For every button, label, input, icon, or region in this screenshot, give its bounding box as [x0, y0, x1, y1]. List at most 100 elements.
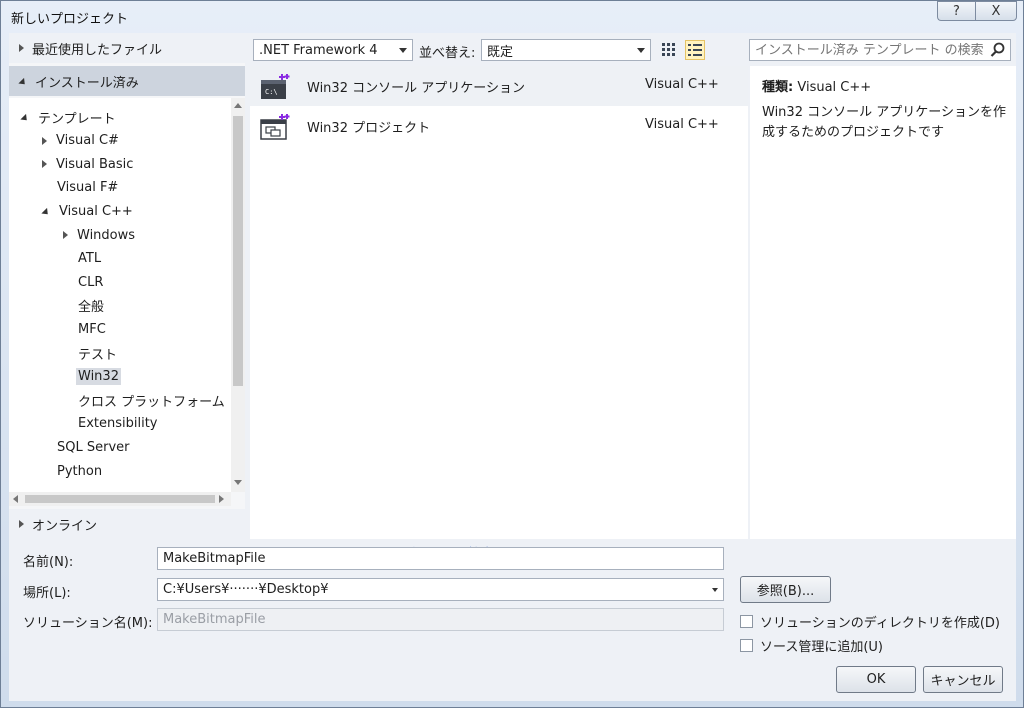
tree-item[interactable]: SQL Server [42, 436, 132, 458]
create-directory-checkbox[interactable]: ソリューションのディレクトリを作成(D) [740, 612, 1000, 631]
checkbox-box[interactable] [740, 615, 753, 628]
h-scroll-thumb[interactable] [25, 495, 215, 503]
chevron-down-icon[interactable] [712, 588, 718, 592]
name-label: 名前(N): [23, 555, 74, 570]
installed-label: インストール済み [35, 75, 139, 91]
template-list: C:\ Win32 コンソール アプリケーション Visual C++ Win3… [250, 66, 748, 562]
tree-item-label: SQL Server [57, 439, 130, 455]
checkbox-box[interactable] [740, 639, 753, 652]
expand-right-icon [19, 44, 24, 52]
solution-name-field [157, 608, 724, 631]
tree-item[interactable]: Windows [63, 224, 137, 246]
template-name: Win32 コンソール アプリケーション [307, 81, 525, 96]
tree-item[interactable]: Visual Basic [42, 153, 135, 175]
tree-item-label: MFC [78, 321, 106, 337]
location-input[interactable] [158, 579, 723, 600]
tree-item[interactable]: クロス プラットフォーム [63, 389, 227, 411]
expand-right-icon[interactable] [63, 231, 68, 239]
new-project-dialog: 新しいプロジェクト ? X 最近使用したファイル インストール済み テンプレート… [0, 0, 1024, 708]
ok-button[interactable]: OK [836, 666, 916, 693]
online-header[interactable]: オンライン [9, 509, 245, 539]
tree-item-label: テンプレート [38, 111, 116, 127]
installed-header[interactable]: インストール済み [9, 66, 245, 96]
tree-vertical-scrollbar[interactable] [231, 98, 245, 492]
expand-right-icon[interactable] [42, 136, 47, 145]
tree-item-label: クロス プラットフォーム [78, 394, 225, 410]
help-button[interactable]: ? [937, 1, 975, 21]
template-search-input[interactable] [755, 42, 983, 58]
tree-item[interactable]: Win32 [63, 366, 121, 388]
scroll-thumb[interactable] [233, 116, 243, 386]
name-input[interactable] [158, 548, 723, 569]
grid-view-icon [662, 43, 675, 56]
browse-label: 参照(B)... [756, 584, 815, 599]
tree-item[interactable]: テンプレート [20, 106, 118, 128]
scroll-down-icon[interactable] [234, 480, 242, 485]
template-item-win32-console[interactable]: C:\ Win32 コンソール アプリケーション Visual C++ [250, 66, 748, 106]
template-detail-panel: 種類: Visual C++ Win32 コンソール アプリケーションを作成する… [750, 66, 1016, 539]
win32-project-icon [260, 114, 290, 140]
location-label: 場所(L): [23, 586, 71, 601]
tree-item[interactable]: Extensibility [63, 413, 160, 435]
tree-item-label: Visual Basic [56, 156, 134, 172]
cancel-label: キャンセル [930, 674, 996, 689]
location-field[interactable] [157, 578, 724, 601]
window-title: 新しいプロジェクト [11, 12, 129, 27]
tree-item[interactable]: Visual C# [42, 130, 121, 152]
list-view-button[interactable] [685, 40, 705, 60]
tree-item-label: Visual F# [57, 180, 119, 196]
scroll-right-icon[interactable] [219, 495, 224, 503]
template-tree: テンプレート Visual C# Visual Basic Visual F# Visu… [9, 98, 231, 492]
recent-files-header[interactable]: 最近使用したファイル [9, 33, 245, 63]
template-description: Win32 コンソール アプリケーションを作成するためのプロジェクトです [762, 105, 1006, 140]
tree-item[interactable]: MFC [63, 318, 108, 340]
source-control-checkbox[interactable]: ソース管理に追加(U) [740, 636, 883, 655]
cancel-button[interactable]: キャンセル [923, 666, 1003, 693]
tree-item[interactable]: 全般 [63, 295, 106, 317]
tree-item-label: Python [57, 463, 103, 479]
tree-item-label: Windows [77, 227, 136, 243]
expand-right-icon [19, 520, 24, 528]
expand-down-icon[interactable] [41, 207, 51, 217]
left-panel: 最近使用したファイル インストール済み テンプレート Visual C# Visua… [9, 33, 245, 539]
chevron-down-icon [399, 48, 407, 53]
tree-item[interactable]: テスト [63, 342, 119, 364]
tree-item[interactable]: Python [42, 460, 104, 482]
close-button[interactable]: X [975, 1, 1017, 21]
name-field[interactable] [157, 547, 724, 570]
small-icons-view-button[interactable] [659, 40, 679, 60]
tree-item-label: テスト [78, 347, 118, 363]
console-icon-text: C:\ [265, 88, 278, 96]
scroll-up-icon[interactable] [234, 103, 242, 108]
title-bar[interactable]: 新しいプロジェクト ? X [1, 1, 1023, 31]
close-icon: X [991, 3, 1001, 19]
template-item-win32-project[interactable]: Win32 プロジェクト Visual C++ [250, 106, 748, 146]
browse-button[interactable]: 参照(B)... [740, 576, 831, 603]
tree-item[interactable]: Visual F# [42, 177, 120, 199]
expand-down-icon[interactable] [20, 113, 30, 123]
framework-select[interactable]: .NET Framework 4 [253, 39, 413, 61]
search-icon[interactable] [990, 42, 1006, 58]
sort-value: 既定 [487, 44, 514, 60]
tree-item-label: Visual C# [56, 133, 119, 149]
tree-item[interactable]: CLR [63, 271, 105, 293]
tree-item-label: 全般 [78, 300, 105, 316]
tree-item-label: ATL [78, 251, 102, 267]
template-language: Visual C++ [645, 77, 719, 92]
expand-right-icon[interactable] [42, 160, 47, 169]
kind-value: Visual C++ [797, 80, 872, 95]
tree-item-label: Win32 [76, 368, 121, 386]
source-control-label: ソース管理に追加(U) [760, 640, 884, 655]
tree-item-label: CLR [78, 274, 104, 290]
tree-horizontal-scrollbar[interactable] [9, 492, 231, 506]
tree-item[interactable]: Visual C++ [41, 200, 135, 222]
template-name: Win32 プロジェクト [307, 121, 431, 136]
create-directory-label: ソリューションのディレクトリを作成(D) [760, 616, 1000, 631]
template-kind: 種類: Visual C++ [762, 76, 871, 95]
template-toolbar: .NET Framework 4 並べ替え: 既定 [253, 39, 1013, 63]
scroll-left-icon[interactable] [13, 495, 18, 503]
tree-item[interactable]: ATL [63, 248, 103, 270]
sort-select[interactable]: 既定 [481, 39, 651, 61]
tree-item-label: Visual C++ [59, 203, 133, 219]
template-search-box[interactable] [749, 39, 1011, 61]
